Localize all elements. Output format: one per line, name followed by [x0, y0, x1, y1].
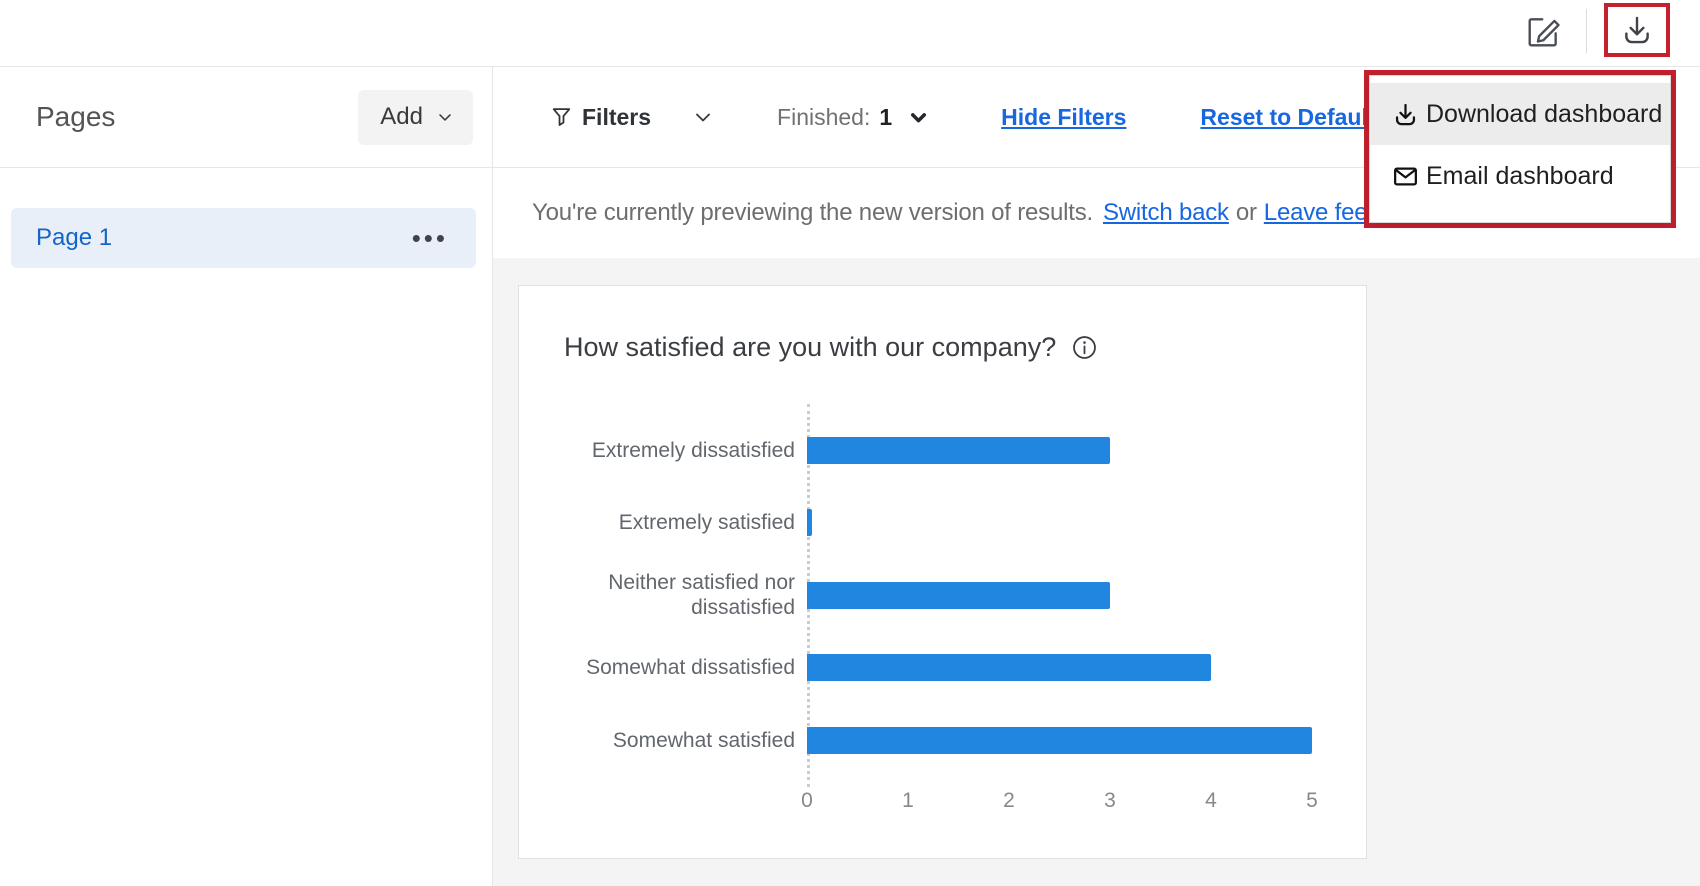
- chart-bar: [807, 727, 1312, 754]
- chart-bar-track: [807, 509, 1347, 536]
- info-icon[interactable]: [1071, 334, 1098, 361]
- chart-category-label: Neither satisfied nor dissatisfied: [519, 570, 795, 620]
- chart-bar: [807, 437, 1110, 464]
- page-options-menu-icon[interactable]: •••: [412, 233, 448, 243]
- dropdown-annotation-box: Download dashboard Email dashboard: [1364, 70, 1676, 228]
- finished-label: Finished:: [777, 104, 870, 131]
- menu-item-download-dashboard[interactable]: Download dashboard: [1370, 83, 1670, 145]
- chart-bar-row: Neither satisfied nor dissatisfied: [519, 559, 1366, 632]
- chart-category-label: Somewhat dissatisfied: [519, 655, 795, 680]
- chart-category-label: Somewhat satisfied: [519, 728, 795, 753]
- header-divider: [1586, 9, 1587, 53]
- pages-sidebar: Pages Add Page 1 •••: [0, 67, 493, 886]
- edit-dashboard-button[interactable]: [1524, 11, 1564, 53]
- chart-bar-row: Extremely satisfied: [519, 487, 1366, 560]
- download-icon: [1392, 101, 1419, 128]
- email-icon: [1392, 163, 1419, 190]
- chart-bar: [807, 654, 1211, 681]
- chart-bar-row: Somewhat dissatisfied: [519, 632, 1366, 705]
- menu-item-label: Email dashboard: [1426, 162, 1614, 191]
- chart-bar-track: [807, 654, 1347, 681]
- chart-bar-row: Somewhat satisfied: [519, 704, 1366, 777]
- filters-label: Filters: [582, 104, 651, 131]
- chart-bar: [807, 582, 1110, 609]
- dashboard-content: How satisfied are you with our company? …: [493, 258, 1700, 886]
- chart-title: How satisfied are you with our company?: [564, 332, 1056, 363]
- switch-back-link[interactable]: Switch back: [1103, 199, 1229, 227]
- chart-x-tick-label: 4: [1191, 789, 1231, 813]
- sidebar-title: Pages: [36, 101, 115, 133]
- chart-category-label: Extremely satisfied: [519, 510, 795, 535]
- chart-bar-row: Extremely dissatisfied: [519, 414, 1366, 487]
- chart-bar-track: [807, 437, 1347, 464]
- add-page-button[interactable]: Add: [358, 90, 473, 145]
- chart-bar-track: [807, 727, 1347, 754]
- finished-value: 1: [879, 104, 892, 131]
- chart-x-tick-label: 1: [888, 789, 928, 813]
- sidebar-item-page-1[interactable]: Page 1 •••: [11, 208, 476, 268]
- chevron-down-icon: [435, 107, 455, 127]
- edit-pencil-icon: [1524, 13, 1564, 51]
- menu-item-label: Download dashboard: [1426, 100, 1662, 129]
- filter-funnel-icon: [549, 105, 574, 130]
- page-item-label: Page 1: [36, 224, 112, 252]
- sidebar-header: Pages Add: [0, 67, 492, 168]
- notice-text: You're currently previewing the new vers…: [532, 199, 1093, 227]
- download-annotation-box: [1604, 3, 1670, 57]
- hide-filters-link[interactable]: Hide Filters: [1001, 104, 1126, 131]
- reset-to-default-link[interactable]: Reset to Default: [1200, 104, 1375, 131]
- chart-x-axis: 0 1 2 3 4 5: [519, 777, 1366, 813]
- chart-category-label: Extremely dissatisfied: [519, 438, 795, 463]
- chevron-down-bold-icon[interactable]: [906, 105, 931, 130]
- notice-or-text: or: [1236, 199, 1257, 227]
- filters-dropdown[interactable]: Filters: [549, 104, 715, 131]
- finished-filter-dropdown[interactable]: Finished: 1: [777, 104, 931, 131]
- chart-card: How satisfied are you with our company? …: [518, 285, 1367, 859]
- chart-x-tick-label: 2: [989, 789, 1029, 813]
- add-button-label: Add: [380, 103, 423, 131]
- chart-x-tick-label: 3: [1090, 789, 1130, 813]
- top-header: [0, 0, 1700, 67]
- download-icon: [1620, 13, 1654, 47]
- chart-bar-rows: Extremely dissatisfied Extremely satisfie…: [519, 414, 1366, 777]
- chart-bar: [807, 509, 812, 536]
- chart-x-tick-label: 0: [787, 789, 827, 813]
- chart-bar-track: [807, 582, 1347, 609]
- download-dashboard-button[interactable]: [1620, 13, 1654, 47]
- chevron-down-icon[interactable]: [691, 105, 715, 129]
- chart-x-tick-label: 5: [1292, 789, 1332, 813]
- download-dropdown-menu: Download dashboard Email dashboard: [1369, 75, 1671, 223]
- menu-item-email-dashboard[interactable]: Email dashboard: [1370, 145, 1670, 207]
